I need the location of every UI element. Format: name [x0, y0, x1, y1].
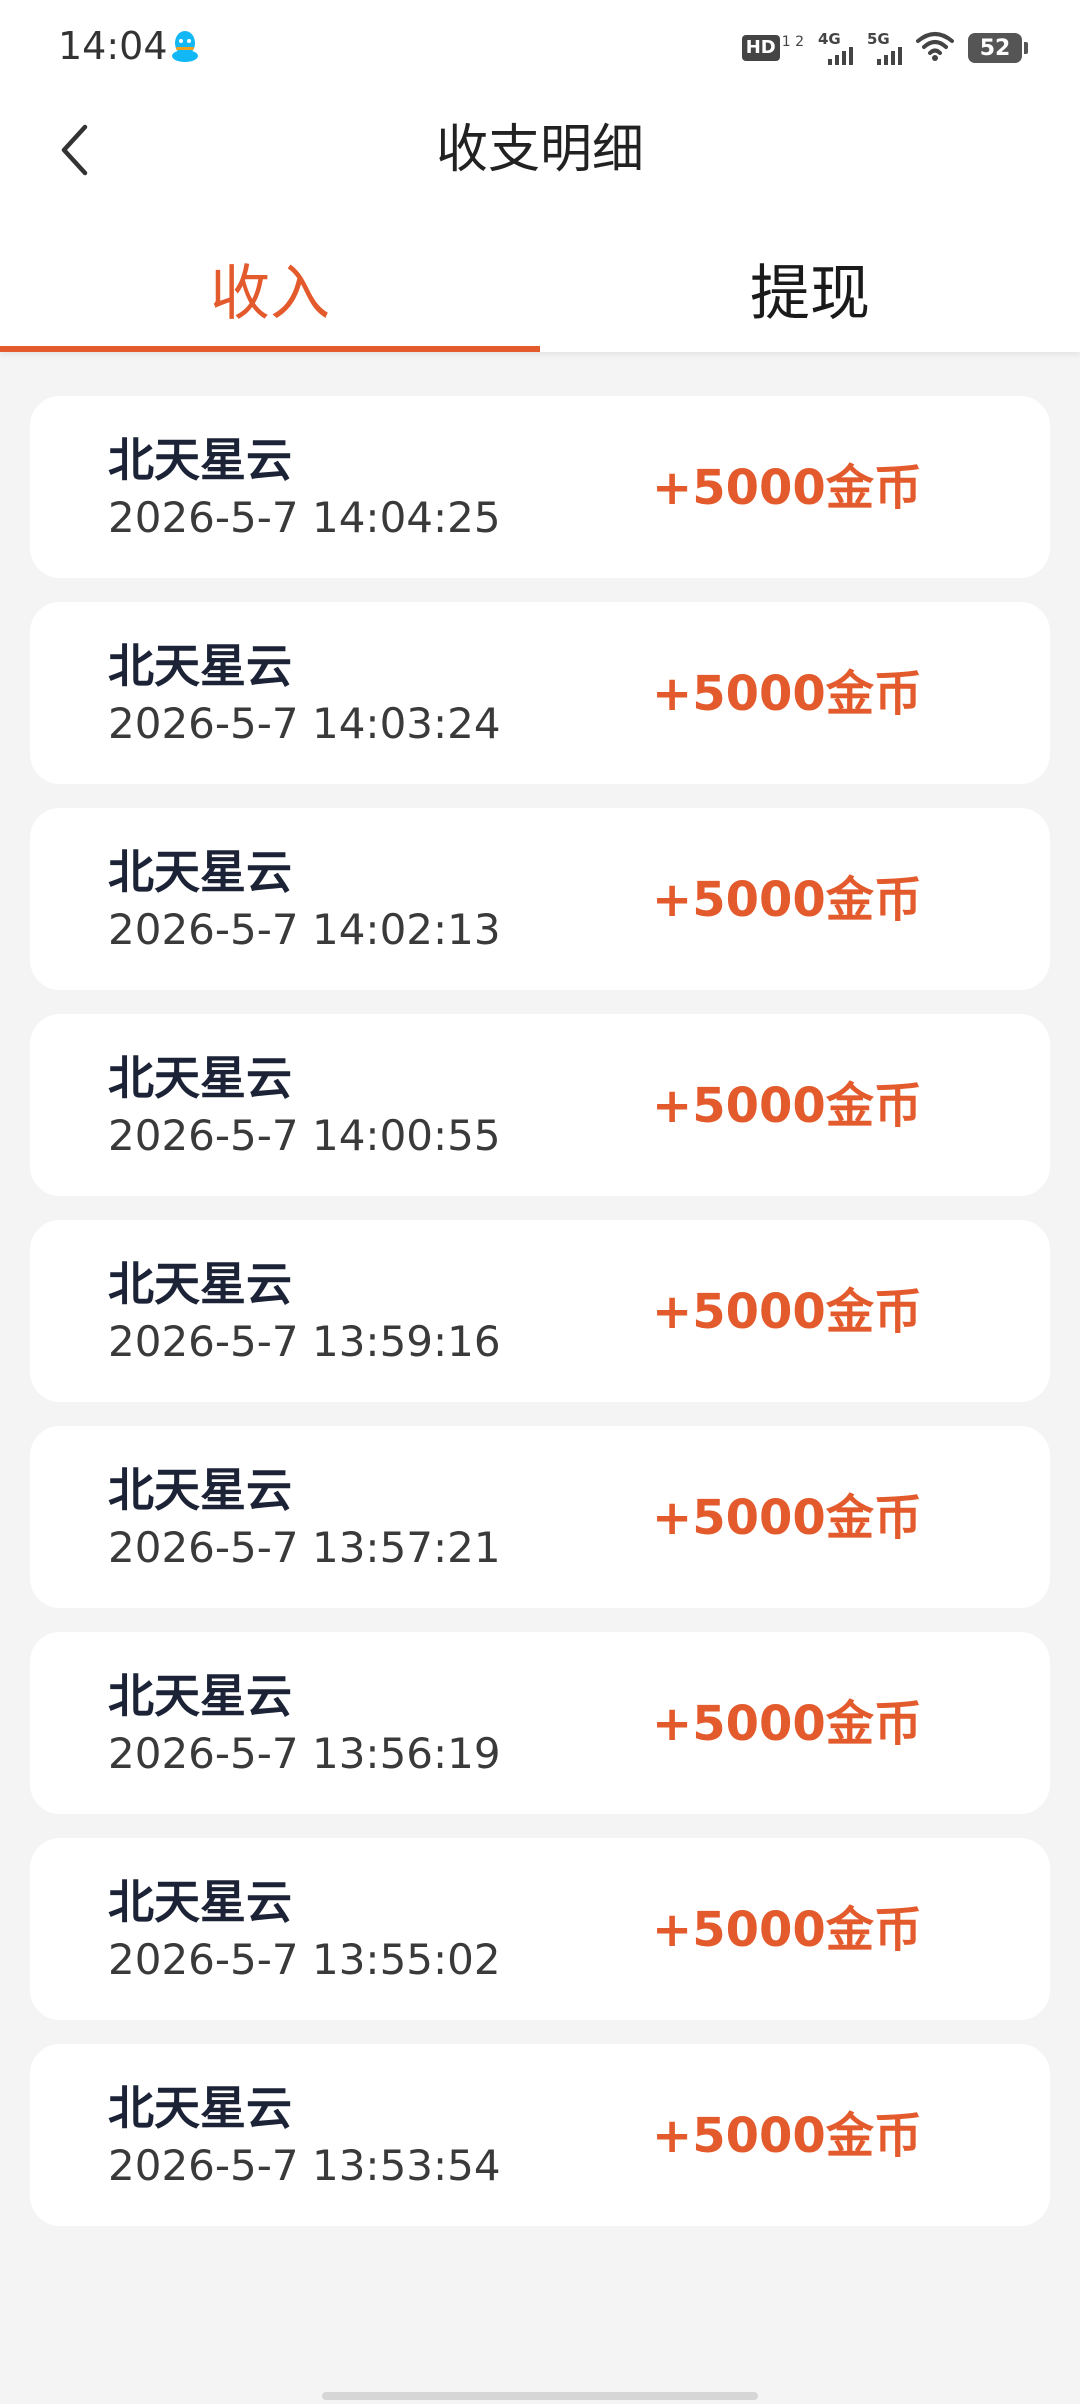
- page-title: 收支明细: [435, 120, 644, 180]
- record-name: 北天星云: [108, 2081, 292, 2135]
- record-name: 北天星云: [108, 639, 292, 693]
- qq-notification-icon: [170, 30, 200, 64]
- record-time: 2026-5-7 14:03:24: [108, 699, 501, 748]
- list-item[interactable]: 北天星云 2026-5-7 14:03:24 +5000金币: [30, 602, 1050, 784]
- list-item[interactable]: 北天星云 2026-5-7 13:53:54 +5000金币: [30, 2044, 1050, 2226]
- record-amount: +5000金币: [652, 1902, 922, 1958]
- list-item[interactable]: 北天星云 2026-5-7 13:55:02 +5000金币: [30, 1838, 1050, 2020]
- record-amount: +5000金币: [652, 2108, 922, 2164]
- list-item[interactable]: 北天星云 2026-5-7 13:57:21 +5000金币: [30, 1426, 1050, 1608]
- record-time: 2026-5-7 13:57:21: [108, 1523, 501, 1572]
- income-record-list: 北天星云 2026-5-7 14:04:25 +5000金币 北天星云 2026…: [30, 396, 1050, 2250]
- tab-income[interactable]: 收入: [0, 236, 540, 352]
- record-time: 2026-5-7 13:59:16: [108, 1317, 501, 1366]
- record-time: 2026-5-7 13:55:02: [108, 1935, 501, 1984]
- record-time: 2026-5-7 14:02:13: [108, 905, 501, 954]
- record-name: 北天星云: [108, 1669, 292, 1723]
- record-time: 2026-5-7 13:56:19: [108, 1729, 501, 1778]
- list-item[interactable]: 北天星云 2026-5-7 14:02:13 +5000金币: [30, 808, 1050, 990]
- home-indicator[interactable]: [322, 2392, 758, 2400]
- record-amount: +5000金币: [652, 1284, 922, 1340]
- status-time: 14:04: [58, 24, 168, 68]
- record-time: 2026-5-7 13:53:54: [108, 2141, 501, 2190]
- status-bar: 14:04 HD 1 2 4G 5G 52: [0, 0, 1080, 96]
- status-indicators: HD 1 2 4G 5G 52: [741, 28, 1028, 68]
- tab-active-indicator: [0, 346, 540, 352]
- record-name: 北天星云: [108, 1875, 292, 1929]
- record-amount: +5000金币: [652, 1490, 922, 1546]
- tab-bar: 收入 提现: [0, 236, 1080, 352]
- battery-level: 52: [979, 35, 1011, 61]
- record-amount: +5000金币: [652, 872, 922, 928]
- record-name: 北天星云: [108, 1051, 292, 1105]
- tab-income-label: 收入: [210, 259, 330, 329]
- record-name: 北天星云: [108, 1463, 292, 1517]
- record-amount: +5000金币: [652, 666, 922, 722]
- record-time: 2026-5-7 14:00:55: [108, 1111, 501, 1160]
- hd-voice-icon: HD 1 2: [741, 34, 804, 61]
- list-item[interactable]: 北天星云 2026-5-7 14:04:25 +5000金币: [30, 396, 1050, 578]
- signal-5g-icon: 5G: [867, 31, 902, 65]
- record-name: 北天星云: [108, 1257, 292, 1311]
- record-amount: +5000金币: [652, 460, 922, 516]
- tab-withdraw[interactable]: 提现: [540, 236, 1080, 352]
- record-name: 北天星云: [108, 845, 292, 899]
- record-amount: +5000金币: [652, 1696, 922, 1752]
- hd-sub-label: 1 2: [781, 34, 804, 50]
- record-time: 2026-5-7 14:04:25: [108, 493, 501, 542]
- record-name: 北天星云: [108, 433, 292, 487]
- list-item[interactable]: 北天星云 2026-5-7 13:56:19 +5000金币: [30, 1632, 1050, 1814]
- list-item[interactable]: 北天星云 2026-5-7 13:59:16 +5000金币: [30, 1220, 1050, 1402]
- wifi-icon: [916, 31, 954, 65]
- signal-4g-label: 4G: [818, 30, 841, 48]
- signal-5g-label: 5G: [867, 30, 890, 48]
- record-amount: +5000金币: [652, 1078, 922, 1134]
- battery-icon: 52: [968, 33, 1028, 63]
- signal-4g-icon: 4G: [818, 31, 853, 65]
- tab-withdraw-label: 提现: [750, 259, 870, 329]
- top-area: 14:04 HD 1 2 4G 5G 52 收支明细 收入 提现: [0, 0, 1080, 352]
- list-item[interactable]: 北天星云 2026-5-7 14:00:55 +5000金币: [30, 1014, 1050, 1196]
- hd-label: HD: [741, 35, 780, 61]
